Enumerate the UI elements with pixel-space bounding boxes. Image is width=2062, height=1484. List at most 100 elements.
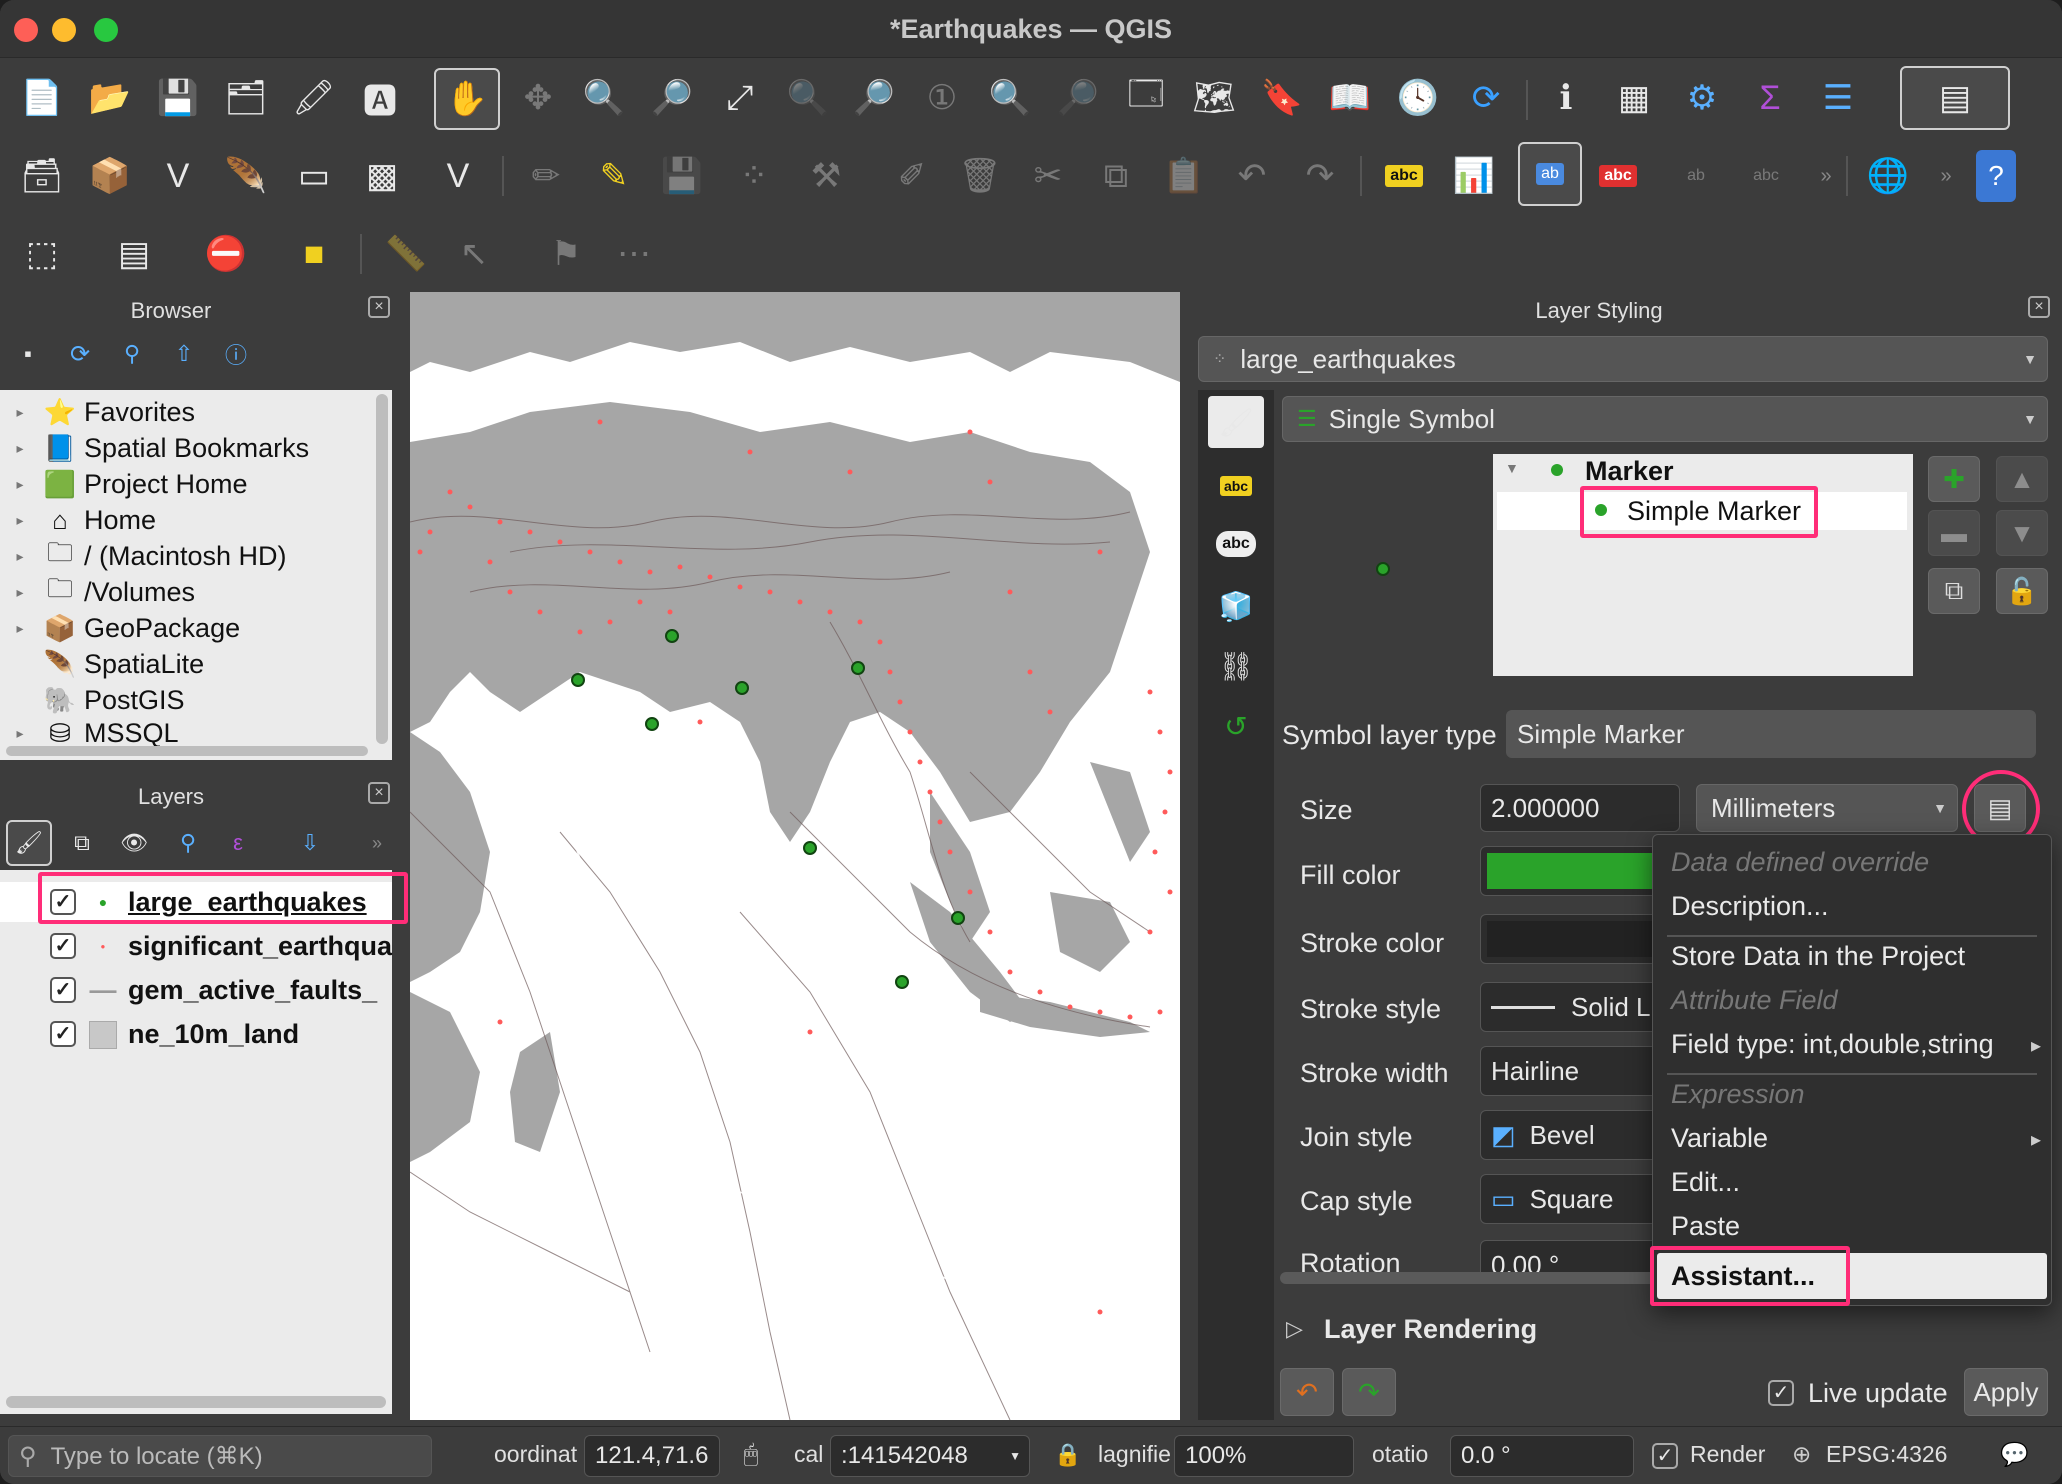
symbol-layer-type-combo[interactable]: Simple Marker (1506, 710, 2036, 758)
new-temporary-layer-icon[interactable]: ▭ (288, 150, 340, 202)
stroke-color-button[interactable] (1480, 914, 1660, 964)
labels-tab-icon[interactable]: abc (1208, 460, 1264, 512)
highlight-pinned-labels-icon[interactable]: ab (1518, 142, 1582, 206)
render-checkbox[interactable]: ✓ (1652, 1443, 1678, 1469)
browser-item-geopackage[interactable]: ▸ 📦 GeoPackage (0, 610, 240, 646)
new-shapefile-layer-icon[interactable]: V (152, 150, 204, 202)
zoom-native-icon[interactable]: ① (916, 72, 968, 124)
layer-visibility-checkbox[interactable]: ✓ (50, 1021, 76, 1047)
browser-vertical-scrollbar[interactable] (376, 394, 388, 744)
diagrams-tab-icon[interactable]: ⛓ (1208, 640, 1264, 692)
current-edits-icon[interactable]: ✏ (520, 150, 572, 202)
live-update-checkbox[interactable]: ✓ (1768, 1380, 1794, 1406)
browser-item-project-home[interactable]: ▸ 🟩 Project Home (0, 466, 247, 502)
save-project-icon[interactable]: 💾 (152, 72, 204, 124)
expand-all-icon[interactable]: ⇩ (290, 820, 330, 866)
zoom-full-icon[interactable]: ⤢ (714, 72, 766, 124)
identify-features-icon[interactable]: ℹ (1540, 72, 1592, 124)
zoom-selection-icon[interactable]: 🔍 (782, 72, 834, 124)
new-spatialite-layer-icon[interactable]: 🪶 (220, 150, 272, 202)
layers-horizontal-scrollbar[interactable] (6, 1396, 386, 1408)
layer-styling-close-icon[interactable]: × (2028, 296, 2050, 318)
style-manager-icon[interactable]: 🖍 (288, 72, 340, 124)
menu-edit[interactable]: Edit... (1671, 1167, 1740, 1198)
collapse-all-icon[interactable]: ⇧ (164, 334, 204, 374)
select-by-location-icon[interactable]: ■ (288, 228, 340, 280)
zoom-next-icon[interactable]: 🔎 (1052, 72, 1104, 124)
size-unit-combo[interactable]: Millimeters ▼ (1696, 784, 1958, 832)
masks-tab-icon[interactable]: abc (1208, 518, 1264, 570)
fill-color-button[interactable] (1480, 846, 1660, 896)
browser-refresh-icon[interactable]: ⟳ (60, 334, 100, 374)
deselect-features-icon[interactable]: ⛔ (200, 228, 252, 280)
expand-triangle-icon[interactable]: ▷ (1286, 1316, 1303, 1342)
attributes-toolbar-icon[interactable]: ▦ (1608, 72, 1660, 124)
browser-item-spatialite[interactable]: 🪶 SpatiaLite (0, 646, 204, 682)
layer-item-significant-earthquakes[interactable]: ✓ ● significant_earthqua (0, 926, 392, 966)
text-annotation-icon[interactable]: 🅰 (354, 72, 406, 124)
layer-rendering-section[interactable]: Layer Rendering (1324, 1314, 1537, 1345)
filter-by-expression-icon[interactable]: ε (218, 820, 258, 866)
messages-icon[interactable]: 💬 (2000, 1441, 2029, 1468)
undo-style-icon[interactable]: ↶ (1280, 1368, 1334, 1416)
toggle-extents-icon[interactable]: 🖱 (728, 1431, 774, 1479)
locator-search-input[interactable]: ⚲ Type to locate (⌘K) (8, 1435, 432, 1477)
show-bookmarks-icon[interactable]: 📖 (1324, 72, 1376, 124)
scale-combo[interactable]: :141542048 ▼ (830, 1435, 1030, 1477)
identify-pointer-icon[interactable]: ↖ (448, 228, 500, 280)
stroke-width-spinbox[interactable]: Hairline (1480, 1046, 1660, 1096)
select-features-icon[interactable]: ⬚ (16, 228, 68, 280)
browser-item-postgis[interactable]: 🐘 PostGIS (0, 682, 185, 718)
attribute-table-icon[interactable]: ☰ (1812, 72, 1864, 124)
paste-features-icon[interactable]: 📋 (1158, 150, 1210, 202)
toolbar-overflow-icon[interactable]: » (1800, 150, 1852, 202)
add-selected-layers-icon[interactable]: ▪ (8, 334, 48, 374)
statistics-sum-icon[interactable]: Σ (1744, 72, 1796, 124)
undo-icon[interactable]: ↶ (1226, 150, 1278, 202)
redo-icon[interactable]: ↷ (1294, 150, 1346, 202)
vertex-tool-icon[interactable]: ⚒ (800, 150, 852, 202)
browser-item-home[interactable]: ▸ ⌂ Home (0, 502, 156, 538)
3d-view-tab-icon[interactable]: 🧊 (1208, 580, 1264, 632)
plugin-toolbar-icon[interactable]: ▤ (1900, 66, 2010, 130)
collapse-arrow-icon[interactable]: ▼ (1505, 460, 1519, 476)
coordinate-field[interactable]: 121.4,71.6 (584, 1435, 720, 1477)
new-3d-map-icon[interactable]: 🗺 (1188, 72, 1240, 124)
remove-symbol-layer-icon[interactable]: ▬ (1928, 510, 1980, 556)
toolbar-overflow-2-icon[interactable]: » (1920, 150, 1972, 202)
globe-plugin-icon[interactable]: 🌐 (1862, 150, 1914, 202)
new-print-layout-icon[interactable]: 🗂 (220, 72, 272, 124)
browser-item-macintosh-hd[interactable]: ▸ 🗀 / (Macintosh HD) (0, 537, 286, 574)
pan-to-selection-icon[interactable]: ✥ (512, 72, 564, 124)
menu-store-data[interactable]: Store Data in the Project (1671, 941, 1965, 972)
select-by-value-icon[interactable]: ▤ (108, 228, 160, 280)
digitize-point-icon[interactable]: ⁘ (728, 150, 780, 202)
map-canvas[interactable] (410, 292, 1180, 1420)
redo-style-icon[interactable]: ↷ (1342, 1368, 1396, 1416)
layer-visibility-checkbox[interactable]: ✓ (50, 977, 76, 1003)
join-style-combo[interactable]: ◩ Bevel (1480, 1110, 1660, 1160)
modify-attributes-icon[interactable]: ✐ (886, 150, 938, 202)
new-bookmark-icon[interactable]: 🔖 (1256, 72, 1308, 124)
properties-info-icon[interactable]: ⓘ (216, 334, 256, 374)
rotation-spinbox[interactable]: 0.00 ° (1480, 1240, 1660, 1274)
browser-close-icon[interactable]: × (368, 296, 390, 318)
tree-marker-root[interactable]: Marker (1585, 456, 1674, 487)
layers-overflow-icon[interactable]: » (362, 820, 392, 866)
stroke-style-combo[interactable]: Solid Li (1480, 982, 1660, 1032)
menu-description[interactable]: Description... (1671, 891, 1829, 922)
apply-button[interactable]: Apply (1964, 1368, 2048, 1416)
annotation-icon[interactable]: ⋯ (608, 228, 660, 280)
new-project-icon[interactable]: 📄 (16, 72, 68, 124)
zoom-out-icon[interactable]: 🔎 (646, 72, 698, 124)
renderer-type-combo[interactable]: ☰ Single Symbol ▼ (1282, 396, 2048, 442)
browser-horizontal-scrollbar[interactable] (6, 746, 368, 756)
open-project-icon[interactable]: 📂 (84, 72, 136, 124)
filter-browser-icon[interactable]: ⚲ (112, 334, 152, 374)
crs-globe-icon[interactable]: ⊕ (1792, 1441, 1811, 1468)
move-label-icon[interactable]: abc (1740, 150, 1792, 202)
help-icon[interactable]: ? (1976, 150, 2016, 202)
new-virtual-layer-icon[interactable]: V (432, 150, 484, 202)
layers-close-icon[interactable]: × (368, 782, 390, 804)
add-group-icon[interactable]: ⧉ (62, 820, 102, 866)
